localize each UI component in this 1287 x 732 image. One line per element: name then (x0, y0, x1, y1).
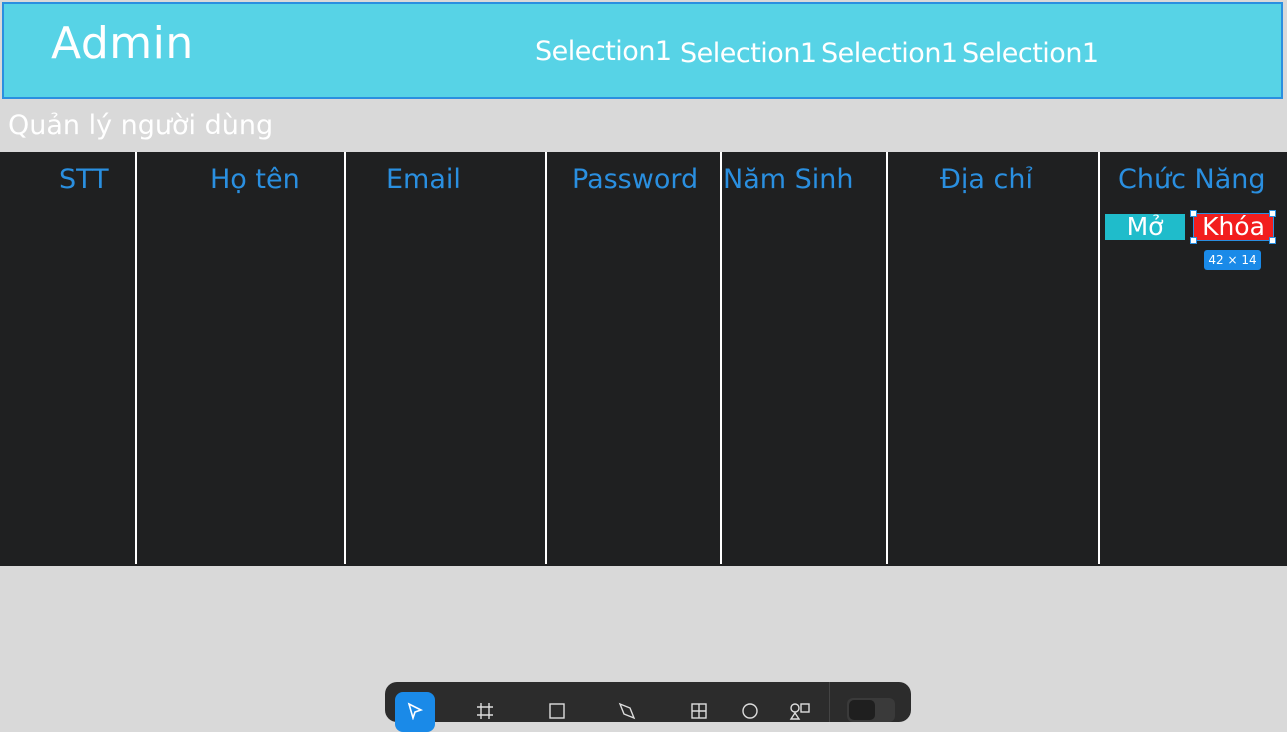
column-divider (135, 152, 137, 564)
resize-handle[interactable] (1269, 210, 1276, 217)
column-header-name: Họ tên (210, 164, 300, 195)
pen-icon (618, 702, 636, 720)
column-header-stt: STT (59, 164, 109, 195)
nav-item-1[interactable]: Selection1 (535, 38, 672, 65)
column-header-birth-year: Năm Sinh (723, 164, 854, 195)
layout-tool[interactable] (679, 692, 719, 732)
move-tool[interactable] (395, 692, 435, 732)
resize-handle[interactable] (1190, 237, 1197, 244)
layout-icon (691, 703, 707, 719)
user-table: STT Họ tên Email Password Năm Sinh Địa c… (0, 152, 1287, 566)
column-header-password: Password (572, 164, 699, 195)
lock-button[interactable]: Khóa (1193, 213, 1274, 241)
column-divider (1098, 152, 1100, 564)
ellipse-icon (742, 703, 758, 719)
selection-size-badge: 42 × 14 (1204, 250, 1261, 270)
move-icon (407, 702, 424, 720)
column-header-email: Email (386, 164, 461, 195)
column-divider (545, 152, 547, 564)
app-title: Admin (51, 18, 194, 69)
ellipse-tool[interactable] (730, 692, 770, 732)
shapes-icon (789, 703, 810, 720)
column-header-actions: Chức Năng (1118, 164, 1266, 195)
shapes-tool[interactable] (780, 692, 820, 732)
nav-item-3[interactable]: Selection1 (821, 40, 958, 67)
column-divider (720, 152, 722, 564)
frame-icon (477, 703, 493, 719)
nav-item-4[interactable]: Selection1 (962, 40, 1099, 67)
page-title: Quản lý người dùng (8, 110, 274, 141)
toolbar-separator (829, 682, 830, 722)
resize-handle[interactable] (1190, 210, 1197, 217)
nav-item-2[interactable]: Selection1 (680, 40, 817, 67)
rectangle-icon (549, 703, 565, 719)
column-divider (344, 152, 346, 564)
toggle-knob (849, 700, 875, 720)
column-header-address: Địa chỉ (940, 164, 1034, 195)
app-header: Admin Selection1 Selection1 Selection1 S… (2, 2, 1283, 99)
pen-tool[interactable] (607, 692, 647, 732)
dev-mode-toggle[interactable] (847, 698, 895, 722)
rectangle-tool[interactable] (537, 692, 577, 732)
design-toolbar (385, 682, 911, 732)
column-divider (886, 152, 888, 564)
frame-tool[interactable] (465, 692, 505, 732)
open-button[interactable]: Mở (1105, 214, 1185, 240)
resize-handle[interactable] (1269, 237, 1276, 244)
